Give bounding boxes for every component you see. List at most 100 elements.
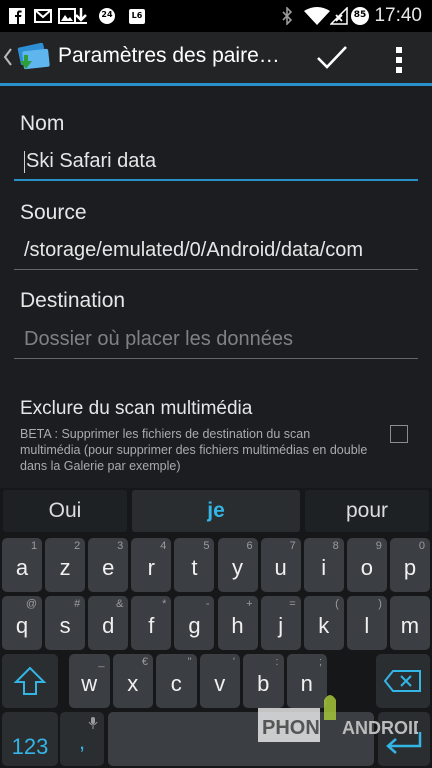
key-p[interactable]: 0p [389,538,430,592]
key-label: s [59,613,71,638]
key-label: d [102,613,115,638]
shift-key[interactable] [2,654,58,708]
key-hint: 5 [203,540,210,552]
microphone-icon [88,717,98,729]
destination-field[interactable]: Dossier où placer les données [14,321,418,359]
key-hint: & [115,598,124,610]
key-label: z [59,555,71,580]
key-label: v [214,671,226,696]
key-r[interactable]: 4r [131,538,172,592]
key-label: l [364,613,370,638]
name-value: Ski Safari data [26,150,157,172]
key-e[interactable]: 3e [88,538,129,592]
key-s[interactable]: # s [45,596,86,650]
key-hint: = [289,598,296,610]
key-hint: ' [232,656,235,668]
comma-key[interactable]: , [60,712,104,766]
space-bar-key[interactable] [108,712,374,766]
key-hint: + [246,598,253,610]
key-b[interactable]: :b [243,654,284,708]
key-h[interactable]: + h [217,596,258,650]
enter-key[interactable] [378,712,430,766]
key-label: r [147,555,155,580]
key-label: a [15,555,29,580]
key-label: e [102,555,115,580]
backspace-key[interactable] [376,654,430,708]
key-d[interactable]: & d [88,596,129,650]
shift-arrow-icon [13,666,47,695]
suggestion-2[interactable]: je [132,490,300,532]
suggestion-1[interactable]: Oui [3,490,127,532]
confirm-button[interactable] [310,36,354,80]
signal-off-icon [330,7,348,25]
overflow-menu-button[interactable] [384,36,414,80]
key-label: i [321,555,327,580]
enter-arrow-icon [386,732,422,754]
key-label: b [257,671,270,696]
back-chevron-icon [3,48,12,66]
key-hint: ) [378,598,382,610]
key-m[interactable]: m [389,596,430,650]
up-navigation[interactable] [0,32,54,83]
key-label: g [188,613,201,638]
battery-indicator: 85 [350,7,370,25]
backspace-icon [383,670,421,692]
screen-title: Paramètres des paire… [58,44,280,67]
key-t[interactable]: 5t [174,538,215,592]
key-label: n [300,671,313,696]
notification-badge: 24 [98,7,116,25]
destination-placeholder: Dossier où placer les données [24,328,294,350]
bluetooth-icon [282,7,293,25]
key-k[interactable]: (k [303,596,344,650]
key-hint: 9 [375,540,382,552]
name-field[interactable]: Ski Safari data [14,143,418,181]
suggestion-3[interactable]: pour [305,490,429,532]
key-a[interactable]: 1a [2,538,43,592]
download-icon [75,8,87,24]
key-hint: 7 [289,540,296,552]
key-label: q [15,613,29,638]
key-label: f [148,613,155,638]
key-hint: 2 [74,540,81,552]
more-vertical-icon [396,47,402,73]
key-o[interactable]: 9o [346,538,387,592]
key-x[interactable]: € x [112,654,153,708]
key-label: w [81,671,98,696]
text-cursor [24,150,25,173]
key-f[interactable]: * f [131,596,172,650]
exclude-media-scan-title: Exclure du scan multimédia [20,398,253,419]
key-g[interactable]: -g [174,596,215,650]
key-label: t [191,555,198,580]
numbers-key[interactable]: 123 [2,712,58,766]
exclude-media-scan-checkbox[interactable] [390,425,408,443]
key-hint: : [275,656,279,668]
key-i[interactable]: 8i [303,538,344,592]
status-bar: 24 L6 85 17:40 [0,0,432,32]
key-z[interactable]: 2z [45,538,86,592]
key-c[interactable]: " c [156,654,197,708]
key-label: k [318,613,330,638]
wifi-icon [304,7,330,25]
key-j[interactable]: = j [260,596,301,650]
key-u[interactable]: 7u [260,538,301,592]
key-l[interactable]: ) l [346,596,387,650]
key-label: , [78,729,86,754]
key-hint: _ [98,656,105,668]
key-v[interactable]: ' v [199,654,240,708]
name-label: Nom [20,112,65,135]
key-label: h [231,613,244,638]
key-n[interactable]: ; n [286,654,327,708]
key-label: u [274,555,287,580]
key-hint: " [187,656,192,668]
key-label: o [360,555,373,580]
key-w[interactable]: _ w [69,654,110,708]
key-y[interactable]: 6y [217,538,258,592]
soft-keyboard: Oui je pour 1 a 2 z 3 e 4 r 5 t 6 y 7 u 8 i 9 o 0 p @ q # s & d * f… [0,488,432,768]
source-field[interactable]: /storage/emulated/0/Android/data/com [14,232,418,270]
key-label: p [403,555,417,580]
key-q[interactable]: @ q [2,596,43,650]
key-label: 123 [11,734,49,759]
exclude-media-scan-description: BETA : Supprimer les fichiers de destina… [20,427,368,473]
key-label: y [232,555,244,580]
checkmark-icon [317,46,347,69]
